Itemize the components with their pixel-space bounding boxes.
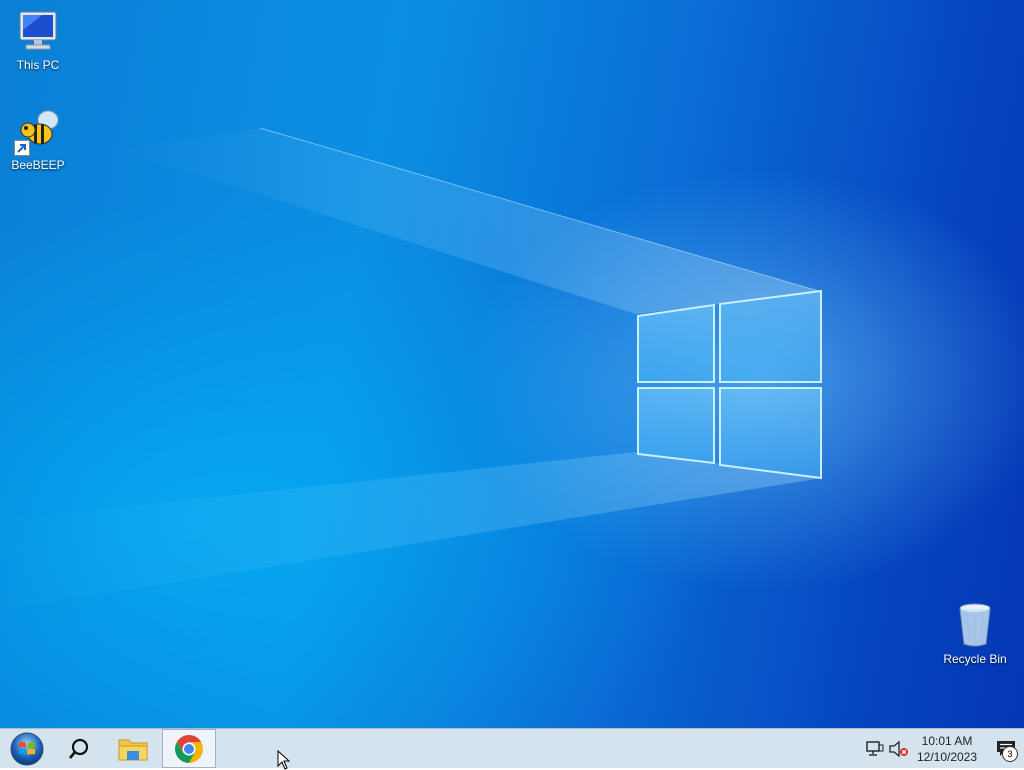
volume-muted-icon — [889, 740, 908, 757]
volume-button[interactable] — [886, 729, 912, 768]
action-center-button[interactable]: 3 — [988, 729, 1024, 768]
system-tray: 10:01 AM 12/10/2023 3 — [864, 729, 1024, 768]
taskbar: 10:01 AM 12/10/2023 3 — [0, 728, 1024, 768]
windows-orb-icon — [10, 732, 44, 765]
bee-icon — [14, 108, 62, 156]
desktop-icon-label: BeeBEEP — [11, 158, 65, 172]
desktop-icon-label: This PC — [16, 58, 60, 72]
desktop-icon-beebeep[interactable]: BeeBEEP — [0, 108, 76, 172]
network-icon — [866, 740, 884, 756]
taskbar-chrome[interactable] — [162, 729, 216, 768]
clock-date: 12/10/2023 — [916, 749, 978, 764]
folder-icon — [118, 739, 148, 760]
notification-count-badge: 3 — [1002, 746, 1018, 762]
mouse-cursor-icon — [277, 750, 291, 770]
search-icon — [69, 738, 89, 759]
taskbar-file-explorer[interactable] — [106, 729, 160, 768]
network-button[interactable] — [864, 729, 886, 768]
clock-time: 10:01 AM — [921, 733, 973, 748]
desktop-icon-this-pc[interactable]: This PC — [0, 8, 76, 72]
windows-logo — [637, 290, 822, 480]
search-button[interactable] — [52, 729, 106, 768]
desktop-icon-label: Recycle Bin — [943, 652, 1007, 666]
chrome-icon — [175, 734, 203, 763]
desktop[interactable]: This PC BeeBEEP Recycle Bin — [0, 0, 1024, 728]
computer-icon — [14, 8, 62, 56]
recycle-bin-icon — [951, 602, 999, 650]
start-button[interactable] — [0, 729, 54, 768]
taskbar-clock[interactable]: 10:01 AM 12/10/2023 — [912, 733, 982, 765]
wallpaper-light-beams — [0, 127, 823, 610]
desktop-icon-recycle-bin[interactable]: Recycle Bin — [937, 602, 1013, 666]
shortcut-arrow-icon — [14, 140, 30, 156]
